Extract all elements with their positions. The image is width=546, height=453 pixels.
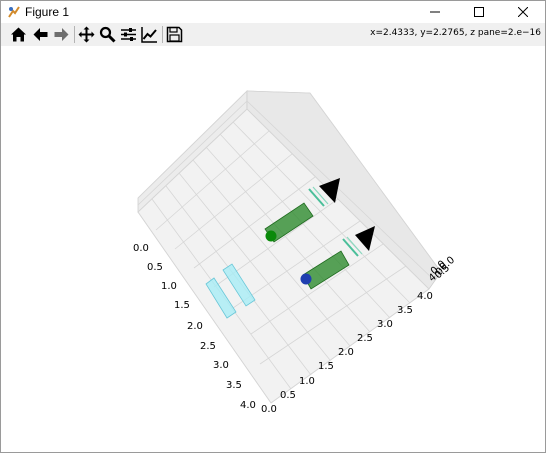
home-button[interactable] [9, 25, 28, 44]
tick-label: 1.5 [174, 300, 190, 311]
tick-label: 0.0 [133, 243, 149, 254]
toolbar-separator [162, 26, 163, 43]
maximize-icon [474, 7, 484, 17]
line-chart-icon [141, 27, 157, 43]
tick-label: 3.0 [377, 319, 393, 330]
tick-label: 3.0 [213, 360, 229, 371]
floor-pane [137, 108, 430, 404]
marker-green [265, 230, 277, 242]
zoom-button[interactable] [98, 25, 117, 44]
close-button[interactable] [501, 1, 545, 23]
tick-label: 4.0 [417, 291, 433, 302]
edit-axis-button[interactable] [140, 25, 159, 44]
figure-window: Figure 1 x=2.4333, y=2.2765, z pane=2.e−… [0, 0, 546, 453]
tick-label: 3.5 [226, 380, 242, 391]
pan-button[interactable] [77, 25, 96, 44]
move-icon [78, 26, 95, 43]
sliders-icon [121, 28, 136, 41]
window-title: Figure 1 [25, 5, 70, 19]
tick-label: 1.0 [161, 281, 177, 292]
maximize-button[interactable] [457, 1, 501, 23]
arrow-left-icon [33, 28, 48, 41]
tick-label: 3.5 [397, 305, 413, 316]
forward-button[interactable] [52, 25, 71, 44]
back-button[interactable] [31, 25, 50, 44]
tick-label: 1.5 [318, 361, 334, 372]
axes-3d[interactable]: 0.0 0.5 1.0 1.5 2.0 2.5 3.0 3.5 4.0 0.0 … [1, 46, 545, 452]
plot-canvas[interactable]: 0.0 0.5 1.0 1.5 2.0 2.5 3.0 3.5 4.0 0.0 … [1, 46, 545, 452]
tick-label: 0.5 [280, 390, 296, 401]
tick-label: 0.5 [147, 262, 163, 273]
tick-label: 1.0 [299, 376, 315, 387]
configure-subplots-button[interactable] [119, 25, 138, 44]
title-bar: Figure 1 [1, 1, 545, 23]
close-icon [518, 7, 528, 17]
floppy-disk-icon [166, 26, 183, 43]
cursor-coordinates: x=2.4333, y=2.2765, z pane=2.e−16 [370, 28, 541, 38]
marker-blue [300, 273, 312, 285]
tick-label: 2.5 [200, 341, 216, 352]
tick-label: 4.0 [240, 400, 256, 411]
magnifier-icon [99, 26, 116, 43]
save-button[interactable] [165, 25, 184, 44]
arrow-right-icon [54, 28, 69, 41]
navigation-toolbar: x=2.4333, y=2.2765, z pane=2.e−16 [1, 23, 545, 46]
minimize-icon [430, 11, 440, 13]
tick-label: 2.0 [187, 321, 203, 332]
minimize-button[interactable] [413, 1, 457, 23]
tick-label: 0.0 [261, 404, 277, 415]
tick-label: 2.5 [357, 333, 373, 344]
tick-label: 2.0 [338, 347, 354, 358]
matplotlib-figure-icon [8, 6, 20, 18]
toolbar-separator [74, 26, 75, 43]
home-icon [11, 27, 26, 42]
